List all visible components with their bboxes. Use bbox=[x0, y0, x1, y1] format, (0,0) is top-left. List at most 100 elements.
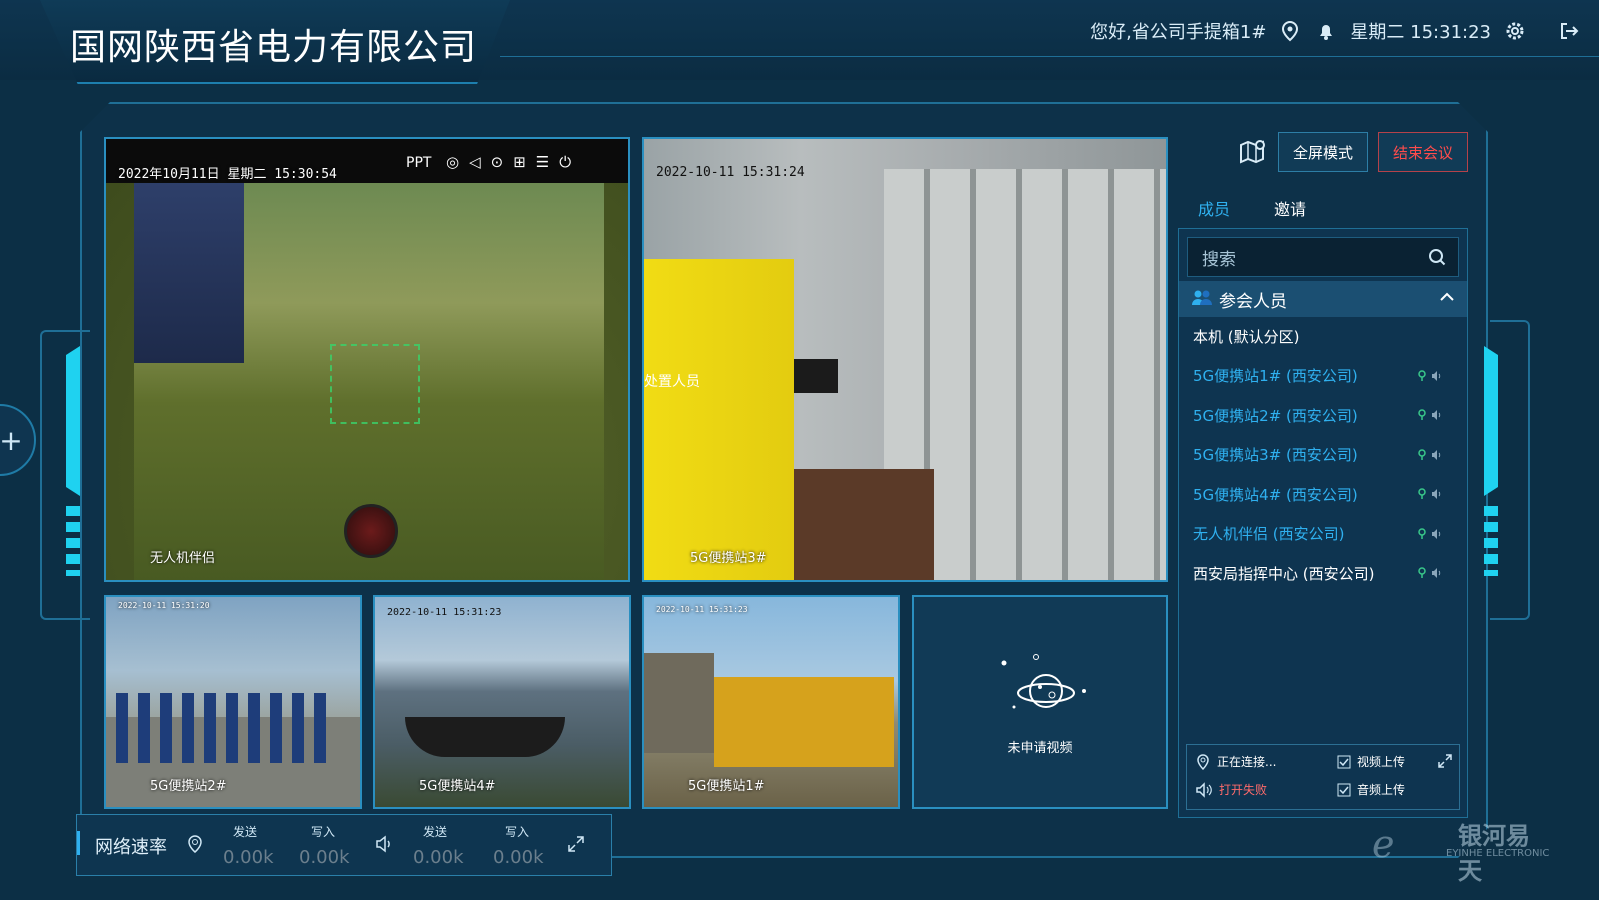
planet-icon bbox=[1001, 654, 1086, 709]
speaker-status-icon bbox=[1432, 568, 1441, 578]
member-item[interactable]: 本机 (默认分区) bbox=[1193, 323, 1453, 349]
member-item[interactable]: 西安局指挥中心 (西安公司) bbox=[1193, 560, 1453, 586]
network-label: 网络速率 bbox=[95, 837, 167, 858]
mute-icon[interactable]: ◁ bbox=[469, 153, 481, 171]
member-status bbox=[1417, 369, 1443, 382]
mic-status-icon bbox=[1418, 409, 1426, 420]
top-right-status: 您好,省公司手提箱1# 星期二 15:31:23 bbox=[1090, 16, 1581, 46]
right-accent-bar bbox=[1484, 346, 1498, 496]
bar-accent bbox=[77, 831, 80, 855]
tile-label: 5G便携站3# bbox=[690, 551, 767, 566]
audio-upload-label: 音频上传 bbox=[1357, 783, 1406, 797]
video-tile-station-1[interactable]: 2022-10-11 15:31:23 5G便携站1# bbox=[642, 595, 900, 809]
speaker-status-icon bbox=[1432, 370, 1441, 381]
mic-status-icon bbox=[1418, 448, 1426, 460]
search-input[interactable]: 搜索 bbox=[1187, 237, 1459, 277]
station-2-time: 2022-10-11 15:31:20 bbox=[118, 601, 210, 610]
plus-icon: + bbox=[0, 423, 23, 457]
video-upload-checkbox[interactable]: 视频上传 bbox=[1337, 753, 1405, 770]
connecting-status: 正在连接... bbox=[1195, 753, 1276, 770]
add-button[interactable]: + bbox=[0, 404, 36, 476]
audio-send-label: 发送 bbox=[423, 825, 448, 839]
vest-text: 处置人员 bbox=[644, 374, 700, 390]
map-icon[interactable] bbox=[1236, 136, 1268, 168]
audio-upload-checkbox[interactable]: 音频上传 bbox=[1337, 781, 1405, 798]
media-control-box: 正在连接... 视频上传 打开失败 音频上传 bbox=[1186, 744, 1460, 810]
connecting-label: 正在连接... bbox=[1217, 755, 1277, 769]
video-write-label: 写入 bbox=[311, 825, 336, 839]
video-upload-label: 视频上传 bbox=[1357, 755, 1406, 769]
monitor bbox=[794, 359, 838, 393]
location-icon[interactable] bbox=[1278, 19, 1302, 43]
audio-write-label: 写入 bbox=[505, 825, 530, 839]
logout-icon[interactable] bbox=[1557, 19, 1581, 43]
tile-label: 5G便携站4# bbox=[419, 779, 496, 794]
audio-send-value: 0.00k bbox=[413, 847, 464, 868]
target-icon[interactable]: ⊙ bbox=[491, 153, 504, 171]
search-placeholder: 搜索 bbox=[1202, 249, 1236, 270]
top-divider bbox=[500, 56, 1599, 57]
member-item[interactable]: 5G便携站3# (西安公司) bbox=[1193, 442, 1453, 468]
expand-icon[interactable] bbox=[567, 835, 585, 857]
person-figure bbox=[134, 183, 244, 363]
tab-members[interactable]: 成员 bbox=[1186, 190, 1243, 231]
left-side-decoration bbox=[40, 330, 90, 620]
member-name: 5G便携站3# (西安公司) bbox=[1193, 446, 1358, 464]
camera-icon[interactable]: ◎ bbox=[446, 153, 459, 171]
power-icon[interactable]: ⏻ bbox=[559, 153, 571, 171]
app-title: 国网陕西省电力有限公司 bbox=[70, 27, 478, 68]
open-failed-label: 打开失败 bbox=[1219, 783, 1268, 797]
member-item[interactable]: 5G便携站4# (西安公司) bbox=[1193, 481, 1453, 507]
datetime: 星期二 15:31:23 bbox=[1350, 22, 1491, 43]
video-tile-station-2[interactable]: 2022-10-11 15:31:20 5G便携站2# bbox=[104, 595, 362, 809]
crop-icon[interactable]: ⊞ bbox=[513, 153, 526, 171]
ppt-label[interactable]: PPT bbox=[406, 155, 431, 171]
member-name: 无人机伴侣 (西安公司) bbox=[1193, 525, 1345, 543]
member-name: 5G便携站1# (西安公司) bbox=[1193, 367, 1358, 385]
workers-group bbox=[116, 693, 336, 763]
speaker-icon bbox=[375, 835, 395, 857]
video-tile-drone[interactable]: 2022年10月11日 星期二 15:30:54 PPT ◎ ◁ ⊙ ⊞ ☰ ⏻… bbox=[104, 137, 630, 582]
tile-label: 5G便携站1# bbox=[688, 779, 765, 794]
right-toolbar: 全屏模式 结束会议 bbox=[1236, 132, 1469, 172]
audio-write-value: 0.00k bbox=[493, 847, 544, 868]
user-greeting: 您好,省公司手提箱1# bbox=[1090, 22, 1267, 43]
expand-icon[interactable] bbox=[1437, 753, 1453, 769]
checkbox-checked-icon bbox=[1337, 783, 1351, 796]
brand-subtitle: EYINHE ELECTRONIC bbox=[1446, 848, 1550, 859]
member-item[interactable]: 5G便携站1# (西安公司) bbox=[1193, 363, 1453, 389]
station-4-time: 2022-10-11 15:31:23 bbox=[387, 607, 502, 618]
truck bbox=[714, 677, 894, 767]
member-status bbox=[1417, 409, 1443, 421]
tab-invite[interactable]: 邀请 bbox=[1262, 190, 1318, 231]
location-icon bbox=[1197, 753, 1209, 770]
bell-icon[interactable] bbox=[1314, 19, 1338, 43]
left-accent-stripes bbox=[66, 506, 80, 576]
member-name: 5G便携站4# (西安公司) bbox=[1193, 485, 1358, 504]
mic-status-icon bbox=[1418, 567, 1426, 578]
section-title: 参会人员 bbox=[1219, 291, 1287, 312]
speaker-status-icon bbox=[1432, 528, 1441, 539]
video-tile-station-3[interactable]: 处置人员 2022-10-11 15:31:24 5G便携站3# bbox=[642, 137, 1168, 582]
station-1-time: 2022-10-11 15:31:23 bbox=[656, 605, 748, 614]
chevron-up-icon[interactable] bbox=[1439, 289, 1455, 310]
member-item[interactable]: 5G便携站2# (西安公司) bbox=[1193, 402, 1453, 428]
fullscreen-button[interactable]: 全屏模式 bbox=[1278, 132, 1369, 172]
brand-mark: e bbox=[1372, 822, 1395, 866]
video-tile-station-4[interactable]: 2022-10-11 15:31:23 5G便携站4# bbox=[373, 595, 631, 809]
gear-icon[interactable] bbox=[1503, 19, 1527, 43]
search-icon[interactable] bbox=[1428, 248, 1446, 271]
mic-status-icon bbox=[1418, 369, 1426, 381]
boat bbox=[405, 717, 565, 757]
left-accent-bar bbox=[66, 346, 80, 496]
empty-video-slot[interactable]: 未申请视频 bbox=[912, 595, 1168, 809]
participants-section-header[interactable]: 参会人员 bbox=[1179, 281, 1467, 317]
speaker-status-icon bbox=[1432, 449, 1441, 460]
end-meeting-button[interactable]: 结束会议 bbox=[1378, 132, 1469, 172]
member-item[interactable]: 无人机伴侣 (西安公司) bbox=[1193, 521, 1453, 547]
member-name: 西安局指挥中心 (西安公司) bbox=[1193, 564, 1375, 583]
video-write-value: 0.00k bbox=[299, 847, 350, 868]
member-status bbox=[1417, 448, 1443, 461]
speaker-muted-icon bbox=[1196, 781, 1212, 798]
settings-sliders-icon[interactable]: ☰ bbox=[536, 153, 549, 171]
